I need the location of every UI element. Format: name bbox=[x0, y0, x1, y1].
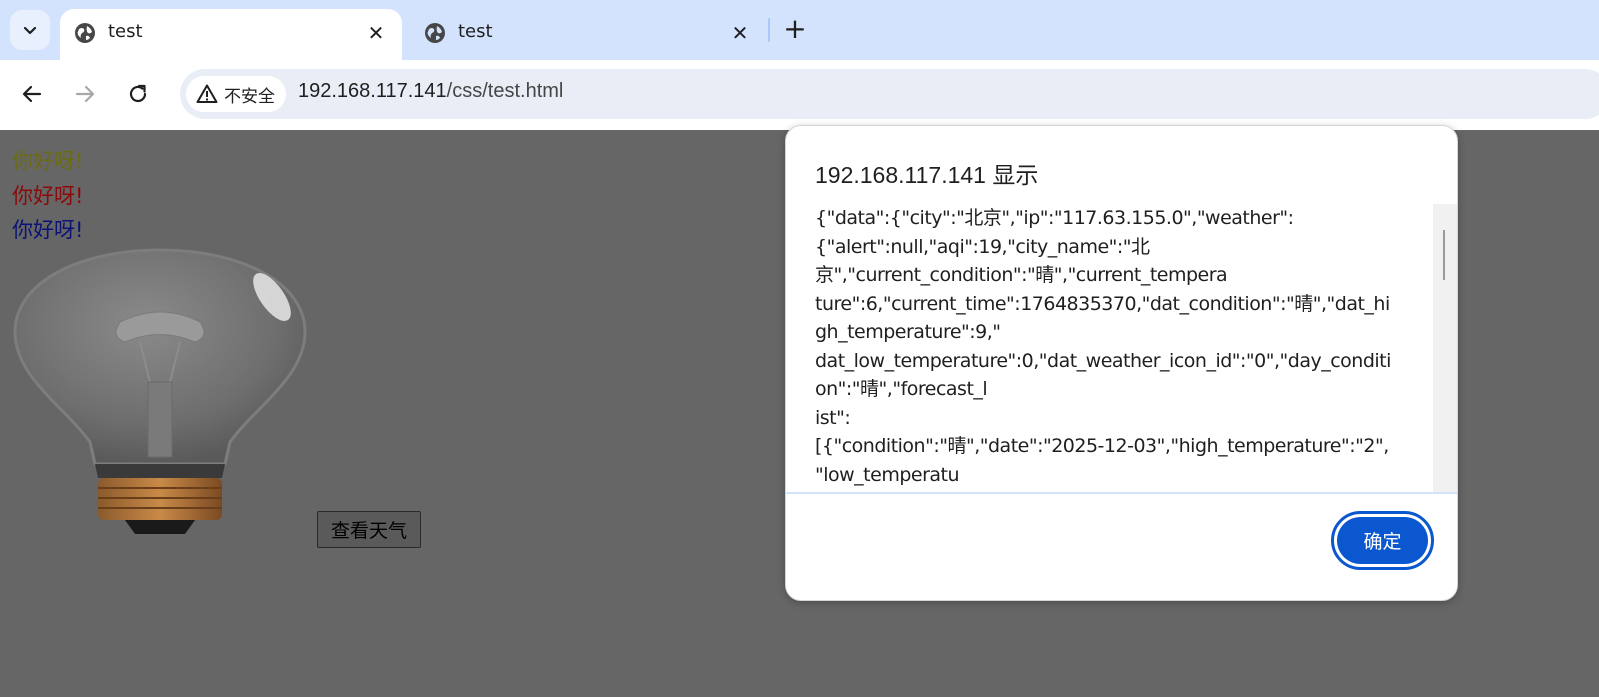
tab-search-button[interactable] bbox=[10, 10, 50, 50]
greeting-text: 你好呀! bbox=[12, 149, 84, 173]
warning-icon bbox=[196, 84, 218, 103]
url-host: 192.168.117.141 bbox=[298, 80, 447, 102]
arrow-left-icon bbox=[22, 85, 42, 103]
dialog-message: {"data":{"city":"北京","ip":"117.63.155.0"… bbox=[815, 204, 1410, 490]
message-line: {"data":{"city":"北京","ip":"117.63.155.0"… bbox=[815, 207, 1294, 229]
alert-dialog: 192.168.117.141 显示 {"data":{"city":"北京",… bbox=[785, 125, 1458, 601]
url-text[interactable]: 192.168.117.141/css/test.html bbox=[298, 80, 563, 103]
reload-button[interactable] bbox=[120, 76, 156, 112]
tab-inactive[interactable]: test ✕ bbox=[410, 9, 756, 60]
url-path: /css/test.html bbox=[446, 80, 564, 102]
message-line: on":"晴","forecast_l bbox=[815, 378, 988, 400]
tab-separator bbox=[768, 18, 770, 42]
tab-title: test bbox=[108, 21, 143, 42]
message-line: ist": bbox=[815, 406, 851, 429]
message-line: "low_temperatu bbox=[815, 463, 960, 486]
message-line: ture":6,"current_time":1764835370,"dat_c… bbox=[815, 292, 1390, 315]
back-button[interactable] bbox=[14, 76, 50, 112]
security-chip[interactable]: 不安全 bbox=[186, 76, 286, 112]
globe-icon bbox=[75, 23, 95, 43]
view-weather-button[interactable]: 查看天气 bbox=[317, 511, 421, 548]
message-line: {"alert":null,"aqi":19,"city_name":"北 bbox=[815, 235, 1150, 258]
scrollbar-thumb[interactable] bbox=[1443, 230, 1445, 280]
tab-title: test bbox=[458, 21, 493, 42]
new-tab-button[interactable]: + bbox=[780, 14, 810, 44]
ok-button[interactable]: 确定 bbox=[1331, 511, 1434, 570]
close-tab-icon[interactable]: ✕ bbox=[366, 21, 386, 45]
security-label: 不安全 bbox=[224, 86, 275, 107]
tab-strip: test ✕ test ✕ + bbox=[0, 0, 1599, 60]
dialog-divider bbox=[786, 492, 1457, 494]
address-bar[interactable]: 不安全 192.168.117.141/css/test.html bbox=[180, 69, 1599, 119]
chevron-down-icon bbox=[23, 26, 37, 35]
forward-button[interactable] bbox=[67, 76, 103, 112]
dialog-scrollbar[interactable] bbox=[1433, 204, 1457, 492]
message-line: 京","current_condition":"晴","current_temp… bbox=[815, 264, 1228, 286]
message-line: dat_low_temperature":0,"dat_weather_icon… bbox=[815, 349, 1391, 372]
reload-icon bbox=[129, 84, 147, 103]
lightbulb-image bbox=[13, 248, 307, 534]
greeting-text: 你好呀! bbox=[12, 184, 84, 208]
browser-toolbar: 不安全 192.168.117.141/css/test.html bbox=[0, 60, 1599, 130]
greeting-text: 你好呀! bbox=[12, 218, 84, 242]
message-line: gh_temperature":9," bbox=[815, 321, 1001, 343]
dialog-title: 192.168.117.141 显示 bbox=[815, 162, 1039, 188]
tab-active[interactable]: test ✕ bbox=[60, 9, 402, 60]
arrow-right-icon bbox=[75, 85, 95, 103]
ok-button-label: 确定 bbox=[1337, 517, 1428, 564]
close-tab-icon[interactable]: ✕ bbox=[730, 21, 750, 45]
globe-icon bbox=[425, 23, 445, 43]
message-line: [{"condition":"晴","date":"2025-12-03","h… bbox=[815, 435, 1389, 457]
